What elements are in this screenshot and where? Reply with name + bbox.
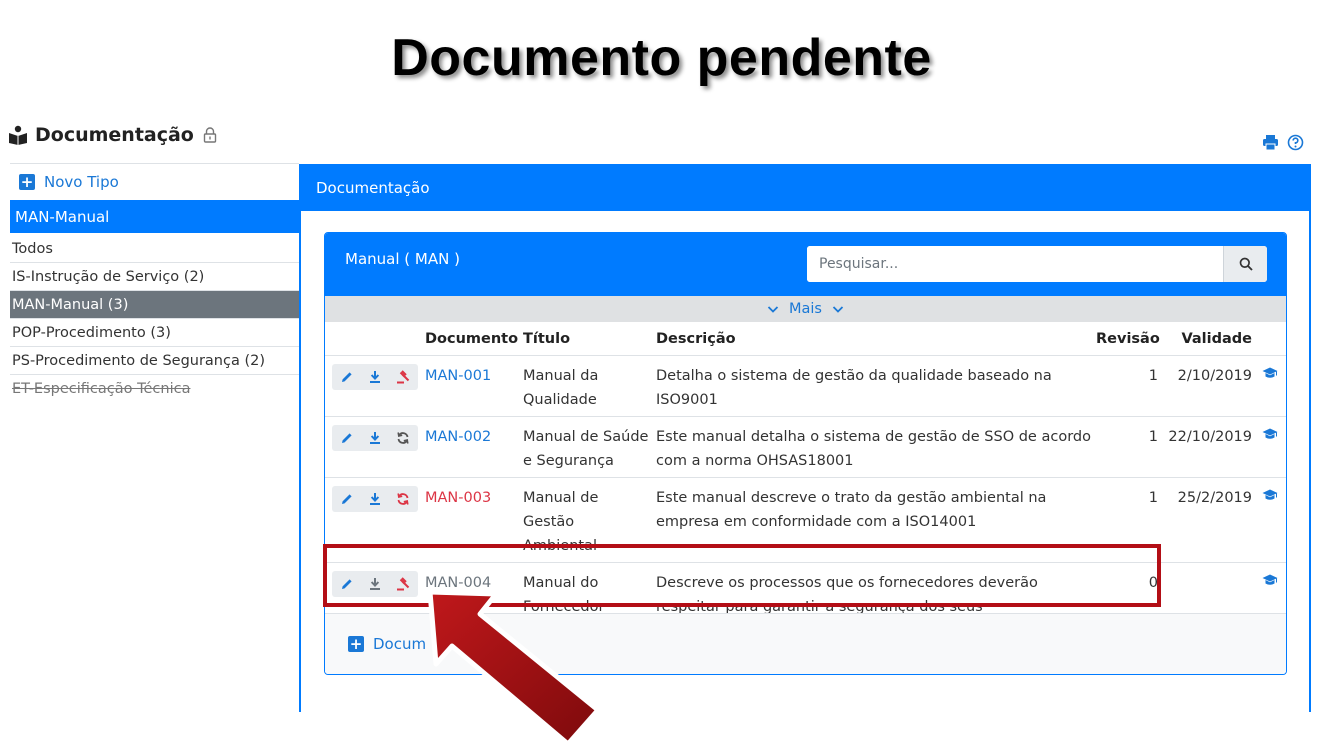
col-descricao: Descrição: [654, 322, 1094, 356]
document-revision: 1: [1094, 416, 1160, 478]
download-button[interactable]: [364, 427, 386, 449]
document-validity: 2/10/2019: [1160, 355, 1254, 417]
col-revisao: Revisão: [1094, 322, 1160, 356]
training-cell: [1254, 355, 1286, 417]
document-code-link[interactable]: MAN-003: [425, 490, 491, 506]
row-actions: [325, 416, 423, 478]
document-code-link[interactable]: MAN-002: [425, 429, 491, 445]
new-type-button[interactable]: + Novo Tipo: [10, 163, 299, 200]
graduation-cap-icon: [1262, 367, 1278, 378]
book-reader-icon: [9, 125, 27, 145]
card-header: Manual ( MAN ): [325, 233, 1286, 296]
sync-icon: [397, 432, 409, 444]
search-box: [807, 246, 1267, 282]
type-list: Todos IS-Instrução de Serviço (2) MAN-Manu…: [10, 235, 299, 402]
pencil-icon: [342, 494, 352, 504]
sync-icon: [397, 493, 409, 505]
top-toolbar: [1262, 134, 1304, 151]
sidebar-item[interactable]: IS-Instrução de Serviço (2): [10, 263, 299, 291]
col-titulo: Título: [521, 322, 654, 356]
status-action-button[interactable]: [392, 488, 414, 510]
document-revision: 1: [1094, 355, 1160, 417]
document-title: Manual da Qualidade: [521, 355, 654, 417]
document-title: Manual de Saúde e Segurança: [521, 416, 654, 478]
graduation-cap-icon: [1262, 489, 1278, 500]
sidebar: + Novo Tipo MAN-Manual Todos IS-Instrução…: [10, 163, 299, 402]
row-actions: [325, 355, 423, 417]
col-validade: Validade: [1160, 322, 1254, 356]
action-group: [332, 486, 418, 512]
table-row: MAN-002 Manual de Saúde e Segurança Este m…: [325, 416, 1286, 478]
sidebar-item[interactable]: PS-Procedimento de Segurança (2): [10, 347, 299, 375]
plus-icon: +: [19, 173, 35, 191]
active-type-header: MAN-Manual: [10, 200, 299, 233]
search-button[interactable]: [1223, 246, 1267, 282]
sidebar-item[interactable]: Todos: [10, 235, 299, 263]
download-icon: [370, 432, 380, 444]
print-icon[interactable]: [1262, 134, 1279, 151]
training-button[interactable]: [1262, 428, 1278, 445]
training-cell: [1254, 477, 1286, 563]
document-validity: 22/10/2019: [1160, 416, 1254, 478]
app-header: Documentação: [8, 124, 217, 146]
document-description: Detalha o sistema de gestão da qualidade…: [654, 355, 1094, 417]
action-group: [332, 425, 418, 451]
pencil-icon: [342, 433, 352, 443]
col-documento: Documento: [423, 322, 521, 356]
graduation-cap-icon: [1262, 428, 1278, 439]
chevron-down-icon: [832, 306, 844, 313]
arrow-pointer: [427, 589, 601, 744]
sidebar-item[interactable]: ET-Especificação Técnica: [10, 375, 299, 402]
col-actions: [325, 322, 423, 356]
chevron-down-icon: [767, 306, 779, 313]
new-type-label: Novo Tipo: [44, 173, 119, 191]
download-icon: [370, 493, 380, 505]
graduation-cap-icon: [1262, 574, 1278, 585]
slide-title: Documento pendente: [391, 29, 932, 87]
main-panel-header: Documentação: [301, 164, 1309, 211]
training-cell: [1254, 416, 1286, 478]
more-toggle[interactable]: Mais: [325, 296, 1286, 322]
sidebar-item[interactable]: POP-Procedimento (3): [10, 319, 299, 347]
edit-button[interactable]: [336, 366, 358, 388]
pencil-icon: [342, 372, 352, 382]
col-extra: [1254, 322, 1286, 356]
edit-button[interactable]: [336, 488, 358, 510]
download-icon: [370, 371, 380, 383]
edit-button[interactable]: [336, 427, 358, 449]
action-group: [332, 364, 418, 390]
training-button[interactable]: [1262, 489, 1278, 506]
training-button[interactable]: [1262, 574, 1278, 591]
page-title: Documentação: [35, 124, 194, 146]
search-icon: [1239, 257, 1253, 271]
table-header-row: Documento Título Descrição Revisão Valid…: [325, 322, 1286, 356]
document-code-link[interactable]: MAN-001: [425, 368, 491, 384]
sidebar-item[interactable]: MAN-Manual (3): [10, 291, 299, 319]
plus-icon: +: [348, 635, 364, 653]
more-label: Mais: [789, 301, 822, 317]
download-button[interactable]: [364, 488, 386, 510]
help-icon[interactable]: [1287, 134, 1304, 151]
card-title: Manual ( MAN ): [345, 250, 460, 268]
table-row: MAN-001 Manual da Qualidade Detalha o sist…: [325, 355, 1286, 417]
document-validity: 25/2/2019: [1160, 477, 1254, 563]
lock-icon[interactable]: [203, 127, 217, 143]
search-input[interactable]: [807, 246, 1223, 282]
status-action-button[interactable]: [392, 366, 414, 388]
gavel-icon: [397, 370, 410, 384]
download-button[interactable]: [364, 366, 386, 388]
document-description: Este manual detalha o sistema de gestão …: [654, 416, 1094, 478]
training-button[interactable]: [1262, 367, 1278, 384]
status-action-button[interactable]: [392, 427, 414, 449]
